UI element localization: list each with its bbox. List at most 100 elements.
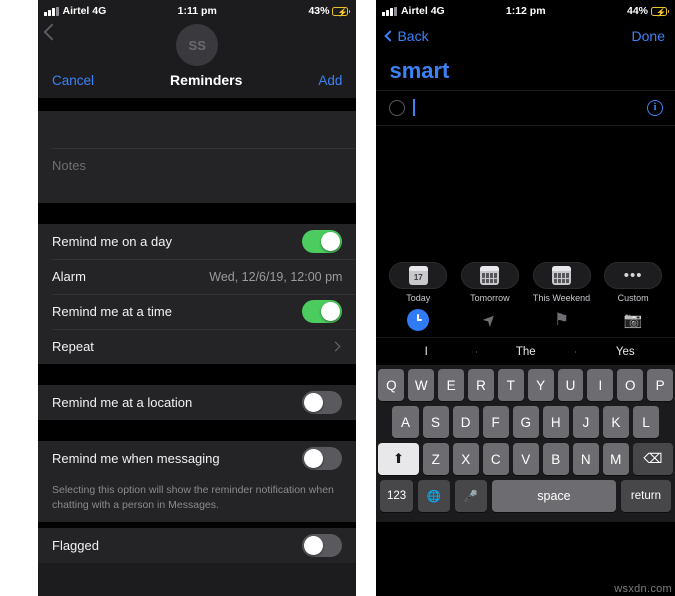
key-l[interactable]: L [632,406,660,438]
today-pill[interactable]: 17 [389,262,448,289]
microphone-icon[interactable]: 🎤 [454,480,487,512]
key-n[interactable]: N [572,443,599,475]
prediction-2[interactable]: The [475,346,576,358]
predictive-text-bar: I The Yes [376,337,675,365]
backspace-key[interactable]: ⌫ [632,443,674,475]
calendar-17-icon: 17 [408,266,428,285]
key-w[interactable]: W [408,369,435,401]
key-b[interactable]: B [542,443,569,475]
reminder-title-input[interactable] [38,111,356,148]
key-r[interactable]: R [468,369,494,401]
carrier-label: Airtel 4G [400,5,445,17]
key-m[interactable]: M [602,443,629,475]
key-d[interactable]: D [452,406,479,438]
key-c[interactable]: C [482,443,509,475]
cancel-button[interactable]: Cancel [52,73,94,88]
tomorrow-pill[interactable] [460,262,519,289]
calendar-icon [552,266,572,285]
location-arrow-icon[interactable]: ➤ [478,308,502,332]
watermark: wsxdn.com [614,583,672,595]
add-button[interactable]: Add [318,73,342,88]
row-label: Remind me when messaging [52,451,220,466]
done-button[interactable]: Done [632,28,665,44]
dual-phone-screenshot: Airtel 4G 1:11 pm 43% ⚡ SS Cancel Remind… [0,0,675,596]
row-flagged[interactable]: Flagged [38,528,356,563]
reminders-modal-sheet: Cancel Reminders Add Notes Remind me on … [38,62,357,564]
key-e[interactable]: E [438,369,465,401]
clock-icon[interactable] [407,309,430,331]
key-k[interactable]: K [602,406,629,438]
battery-percent-label: 43% [308,5,330,17]
shift-key[interactable]: ⬆ [378,443,419,475]
remind-on-day-toggle[interactable] [302,230,343,253]
key-t[interactable]: T [497,369,524,401]
prediction-3[interactable]: Yes [575,346,675,358]
left-phone-screen: Airtel 4G 1:11 pm 43% ⚡ SS Cancel Remind… [38,0,357,596]
key-p[interactable]: P [647,369,674,401]
quick-action-tomorrow[interactable]: Tomorrow [457,262,523,303]
row-repeat[interactable]: Repeat [38,329,357,364]
quick-action-today[interactable]: 17 Today [385,262,451,303]
key-v[interactable]: V [512,443,539,475]
key-h[interactable]: H [542,406,569,438]
key-q[interactable]: Q [378,369,405,401]
quick-action-this-weekend[interactable]: This Weekend [529,262,595,303]
return-key[interactable]: return [620,480,671,512]
back-label: Back [397,28,429,44]
quick-action-custom[interactable]: ••• Custom [600,262,666,303]
numbers-key[interactable]: 123 [380,480,413,512]
flag-icon[interactable]: ⚑ [554,310,569,330]
alarm-value: Wed, 12/6/19, 12:00 pm [209,269,343,284]
reminder-text-group: Notes [38,111,357,203]
new-reminder-row[interactable]: i [376,90,675,126]
key-f[interactable]: F [482,406,509,438]
back-chevron-icon[interactable] [43,23,61,41]
key-o[interactable]: O [617,369,644,401]
row-remind-me-when-messaging[interactable]: Remind me when messaging [38,441,356,476]
space-key[interactable]: space [491,480,616,512]
flagged-toggle[interactable] [302,534,343,558]
custom-pill[interactable]: ••• [604,262,663,289]
signal-bars-icon [44,6,59,16]
back-button[interactable]: Back [384,28,429,44]
info-circle-icon[interactable]: i [647,99,663,116]
empty-list-area [376,126,675,256]
carrier-label: Airtel 4G [62,5,107,17]
key-j[interactable]: J [572,406,599,438]
flagged-group-clipped: Flagged [38,528,357,564]
back-chevron-icon [384,30,397,42]
remind-at-location-toggle[interactable] [302,391,343,414]
remind-when-messaging-toggle[interactable] [302,447,343,470]
notes-input[interactable]: Notes [38,148,357,203]
camera-icon-cell[interactable]: 📷 [600,311,666,329]
section-gap [38,203,357,224]
key-i[interactable]: I [587,369,614,401]
clock-icon-cell[interactable] [385,309,451,331]
location-group: Remind me at a location [38,385,357,420]
section-gap [38,420,357,441]
key-g[interactable]: G [512,406,539,438]
section-gap [38,98,357,111]
key-u[interactable]: U [557,369,584,401]
remind-at-time-toggle[interactable] [302,300,343,323]
key-a[interactable]: A [392,406,419,438]
camera-icon[interactable]: 📷 [624,311,643,329]
globe-icon[interactable]: 🌐 [417,480,450,512]
battery-percent-label: 44% [626,5,648,17]
key-y[interactable]: Y [527,369,554,401]
row-label: Remind me at a time [52,304,172,319]
key-x[interactable]: X [452,443,479,475]
status-bar-left: Airtel 4G [44,5,106,17]
flag-icon-cell[interactable]: ⚑ [529,310,595,330]
empty-circle-icon[interactable] [389,99,406,116]
prediction-1[interactable]: I [376,346,476,358]
key-z[interactable]: Z [422,443,449,475]
row-remind-me-on-a-day[interactable]: Remind me on a day [38,224,356,259]
key-s[interactable]: S [422,406,449,438]
row-alarm[interactable]: Alarm Wed, 12/6/19, 12:00 pm [38,259,357,294]
location-icon-cell[interactable]: ➤ [457,308,523,332]
row-remind-me-at-a-location[interactable]: Remind me at a location [38,385,356,420]
right-status-bar: Airtel 4G 1:12 pm 44% ⚡ [376,0,675,22]
this-weekend-pill[interactable] [532,262,591,289]
row-remind-me-at-a-time[interactable]: Remind me at a time [38,294,357,329]
